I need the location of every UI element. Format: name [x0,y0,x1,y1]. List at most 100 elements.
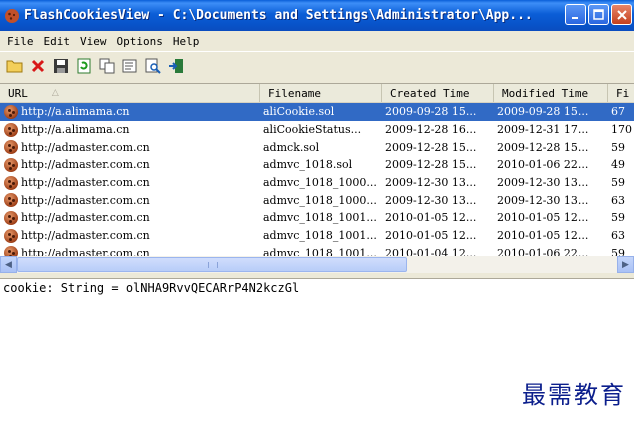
properties-button[interactable] [121,57,139,75]
cell-file-size: 63 [611,193,625,207]
find-button[interactable] [144,57,162,75]
cell-modified-time: 2009-12-28 15... [497,140,589,154]
table-row[interactable]: http://admaster.com.cn admvc_1018_1000...… [0,174,634,192]
title-bar[interactable]: FlashCookiesView - C:\Documents and Sett… [0,0,634,31]
cookie-icon [4,228,18,243]
arrow-left-icon: ◀ [5,259,12,270]
cell-file-size: 170 [611,123,632,137]
menu-options[interactable]: Options [112,35,168,48]
cell-created-time: 2010-01-05 12... [385,229,477,243]
watermark: 最需教育 [522,381,626,409]
cell-created-time: 2009-12-30 13... [385,176,477,190]
cell-modified-time: 2009-12-30 13... [497,193,589,207]
cell-url-text: http://admaster.com.cn [21,211,150,225]
cell-url-text: http://a.alimama.cn [21,105,130,119]
cell-filename: admvc_1018_1001... [263,229,377,243]
open-folder-button[interactable] [6,57,24,75]
properties-icon [122,59,137,73]
copy-button[interactable] [98,57,116,75]
cell-created-time: 2010-01-05 12... [385,211,477,225]
table-row[interactable]: http://admaster.com.cn admck.sol 2009-12-2… [0,138,634,156]
cell-created-time: 2009-12-28 15... [385,140,477,154]
refresh-icon [77,58,91,74]
close-button[interactable] [611,4,632,25]
table-row[interactable]: http://admaster.com.cn admvc_1018_1001...… [0,227,634,245]
exit-icon [169,59,183,73]
cell-filename: admvc_1018_1000... [263,193,377,207]
cell-url: http://admaster.com.cn [0,138,260,156]
cookie-icon [4,140,18,155]
close-icon [616,9,627,20]
menu-view[interactable]: View [75,35,112,48]
save-button[interactable] [52,57,70,75]
menu-edit[interactable]: Edit [39,35,76,48]
menu-help[interactable]: Help [168,35,205,48]
menu-bar: File Edit View Options Help [0,31,634,51]
cell-url-text: http://admaster.com.cn [21,229,150,243]
cell-created-time: 2009-09-28 15... [382,103,494,121]
cell-modified-time: 2010-01-05 12... [497,229,589,243]
cell-url-text: http://admaster.com.cn [21,176,150,190]
column-filename[interactable]: Filename [260,84,382,102]
scroll-left-button[interactable]: ◀ [0,256,17,273]
cell-url-text: http://a.alimama.cn [21,123,130,137]
cell-modified-time: 2010-01-05 12... [497,211,589,225]
cell-file-size: 59 [611,211,625,225]
cell-modified-time: 2010-01-06 22... [497,158,589,172]
cell-url: http://a.alimama.cn [0,121,260,139]
cell-url-text: http://admaster.com.cn [21,193,150,207]
cell-filename: admvc_1018.sol [263,158,353,172]
table-row[interactable]: http://admaster.com.cn admvc_1018.sol 2009… [0,156,634,174]
column-modified-time[interactable]: Modified Time [494,84,608,102]
cell-created-time: 2009-12-28 15... [385,158,477,172]
maximize-button[interactable] [588,4,609,25]
list-header: URL △ Filename Created Time Modified Tim… [0,84,634,103]
cell-filename: admvc_1018_1000... [263,176,377,190]
cookie-icon [4,122,18,137]
detail-pane[interactable]: cookie: String = olNHA9RvvQECARrP4N2kczG… [0,278,634,424]
cell-url: http://admaster.com.cn [0,174,260,192]
cell-file-size: 63 [611,229,625,243]
scroll-thumb[interactable] [17,257,407,272]
column-file-size[interactable]: Fi [608,84,634,102]
minimize-icon [571,16,578,19]
table-row[interactable]: http://a.alimama.cn aliCookieStatus... 200… [0,121,634,139]
cookie-content-text: cookie: String = olNHA9RvvQECARrP4N2kczG… [3,281,300,295]
column-created-time[interactable]: Created Time [382,84,494,102]
cell-modified-time: 2009-09-28 15... [494,103,608,121]
cell-filename: admck.sol [263,140,320,154]
cookie-icon [4,104,18,119]
cell-url: http://admaster.com.cn [0,156,260,174]
table-row[interactable]: http://admaster.com.cn admvc_1018_1000...… [0,191,634,209]
minimize-button[interactable] [565,4,586,25]
app-cookie-icon [5,8,19,23]
menu-file[interactable]: File [2,35,39,48]
cookie-icon [4,175,18,190]
delete-button[interactable] [29,57,47,75]
table-row[interactable]: http://admaster.com.cn admvc_1018_1001...… [0,209,634,227]
cookie-icon [4,210,18,225]
cell-url: http://a.alimama.cn [0,103,260,121]
cell-file-size: 49 [611,158,625,172]
exit-button[interactable] [167,57,185,75]
maximize-icon [593,9,604,20]
delete-icon [31,59,45,73]
cookie-icon [4,193,18,208]
arrow-right-icon: ▶ [622,259,629,270]
list-body: http://a.alimama.cn aliCookie.sol 2009-09-… [0,103,634,262]
table-row[interactable]: http://a.alimama.cn aliCookie.sol 2009-09-… [0,103,634,121]
sort-arrow-icon: △ [51,88,59,98]
cookie-list[interactable]: URL △ Filename Created Time Modified Tim… [0,83,634,271]
refresh-button[interactable] [75,57,93,75]
cell-created-time: 2009-12-28 16... [385,123,477,137]
cookie-icon [4,157,18,172]
cell-url-text: http://admaster.com.cn [21,140,150,154]
cell-created-time: 2009-12-30 13... [385,193,477,207]
cell-filename: admvc_1018_1001... [263,211,377,225]
scroll-right-button[interactable]: ▶ [617,256,634,273]
column-url[interactable]: URL △ [0,84,260,102]
cell-file-size: 67 [608,103,634,121]
cell-file-size: 59 [611,176,625,190]
toolbar [0,51,634,80]
horizontal-scrollbar[interactable]: ◀ ▶ [0,256,634,273]
